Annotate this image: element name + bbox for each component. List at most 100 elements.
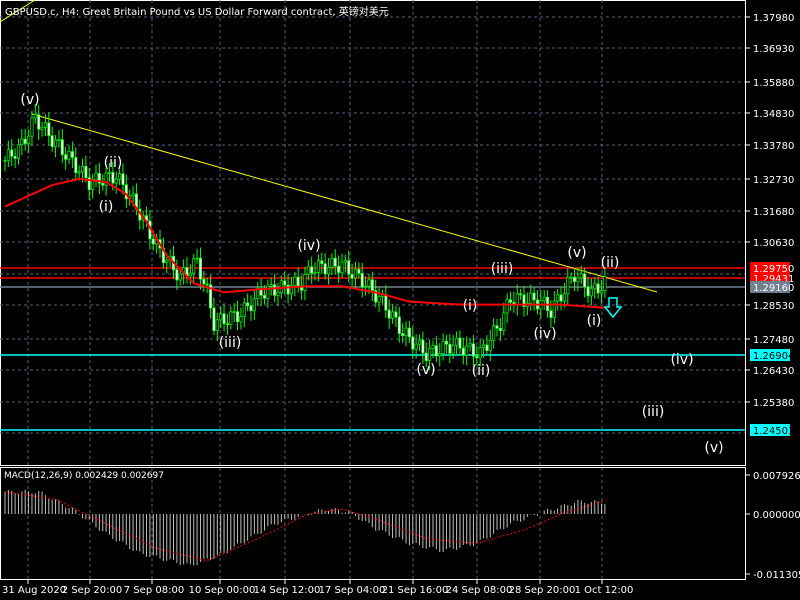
candle-body <box>569 276 573 279</box>
wave-label: (i) <box>463 298 478 314</box>
candle-body <box>320 260 324 265</box>
candle-body <box>64 154 68 160</box>
candle-body <box>481 344 486 348</box>
candle-body <box>53 139 58 147</box>
time-axis-label: 2 Sep 20:00 <box>62 585 122 596</box>
time-axis-label: 21 Sep 16:00 <box>382 585 449 596</box>
candle-body <box>583 273 587 288</box>
candle-body <box>121 173 125 185</box>
price-scale-label: 1.30630 <box>753 238 794 249</box>
candle-body <box>262 295 267 299</box>
candle-body <box>242 302 246 318</box>
time-axis-label: 7 Sep 08:00 <box>124 585 184 596</box>
candle-body <box>43 122 47 128</box>
candle-body <box>414 343 418 350</box>
candle-body <box>599 290 604 294</box>
candle-body <box>114 178 118 184</box>
candle-body <box>532 292 536 301</box>
price-tag-label: 1.24501 <box>753 426 794 437</box>
candle-body <box>508 299 513 303</box>
candle-body <box>249 305 253 312</box>
candle-body <box>451 344 455 354</box>
candle-body <box>20 138 24 145</box>
candle-body <box>428 348 432 362</box>
candle-body <box>498 327 502 332</box>
candle-body <box>13 156 17 159</box>
candle-body <box>391 311 395 319</box>
candle-body <box>178 273 182 281</box>
candle-body <box>529 292 533 304</box>
candle-body <box>202 278 206 285</box>
candle-body <box>10 149 14 157</box>
candle-body <box>47 122 51 136</box>
candle-body <box>411 336 415 350</box>
candle-body <box>397 316 401 334</box>
candle-body <box>370 279 374 291</box>
candle-body <box>542 296 546 302</box>
candle-body <box>478 347 482 359</box>
candle-body <box>222 313 226 324</box>
candle-body <box>438 353 442 357</box>
candle-body <box>225 323 229 325</box>
candle-body <box>455 337 459 346</box>
candle-body <box>118 173 122 180</box>
candle-body <box>367 279 371 287</box>
price-scale-label: 1.25380 <box>753 398 794 409</box>
candle-body <box>421 339 425 354</box>
candle-body <box>589 288 593 297</box>
candle-body <box>316 260 320 273</box>
candle-body <box>175 269 179 281</box>
candle-body <box>306 266 310 275</box>
price-scale-label: 1.31680 <box>753 207 794 218</box>
time-axis-label: 28 Sep 20:00 <box>509 585 576 596</box>
candle-body <box>212 307 216 332</box>
candle-body <box>252 298 256 312</box>
trendline <box>31 113 658 293</box>
candle-body <box>246 302 250 307</box>
candle-body <box>468 343 472 347</box>
time-axis-label: 1 Oct 12:00 <box>575 585 634 596</box>
candle-body <box>566 277 570 295</box>
price-scale-label: 1.27480 <box>753 335 794 346</box>
price-tag-label: 1.29160 <box>753 283 794 294</box>
candle-body <box>401 333 405 337</box>
candle-body <box>198 257 203 280</box>
candle-body <box>492 325 496 341</box>
candle-body <box>188 272 192 277</box>
wave-label: (i) <box>587 313 602 329</box>
candle-body <box>475 355 479 359</box>
time-axis-label: 10 Sep 00:00 <box>189 585 256 596</box>
candle-body <box>593 283 597 290</box>
candle-body <box>94 172 98 180</box>
candle-body <box>27 135 31 145</box>
macd-scale-label: 0.000000 <box>753 510 800 521</box>
candle-body <box>40 126 44 130</box>
candle-body <box>434 345 438 357</box>
candle-body <box>576 277 580 282</box>
candle-body <box>276 292 280 296</box>
wave-label: (iii) <box>491 261 514 277</box>
wave-label: (v) <box>567 245 586 261</box>
wave-label: (iv) <box>297 238 320 254</box>
price-scale-label: 1.32730 <box>753 175 794 186</box>
candle-body <box>515 293 519 306</box>
candle-body <box>165 259 169 264</box>
wave-label: (v) <box>704 440 723 456</box>
price-tag-label: 1.26904 <box>753 351 794 362</box>
candle-body <box>84 165 88 178</box>
candle-body <box>404 327 408 337</box>
candle-body <box>23 138 27 145</box>
candle-body <box>556 294 560 302</box>
candle-body <box>269 284 273 287</box>
candle-body <box>273 284 277 296</box>
candle-body <box>30 117 34 137</box>
candle-body <box>353 268 358 279</box>
price-scale-label: 1.26430 <box>753 366 794 377</box>
price-chart[interactable]: 1.37980 1.36930 1.35880 1.34830 1.33780 1.327… <box>0 0 800 600</box>
candle-body <box>101 182 105 186</box>
candle-body <box>471 343 475 357</box>
candle-body <box>461 347 465 356</box>
candle-body <box>495 325 499 329</box>
candle-body <box>131 193 135 197</box>
candle-body <box>488 339 492 352</box>
